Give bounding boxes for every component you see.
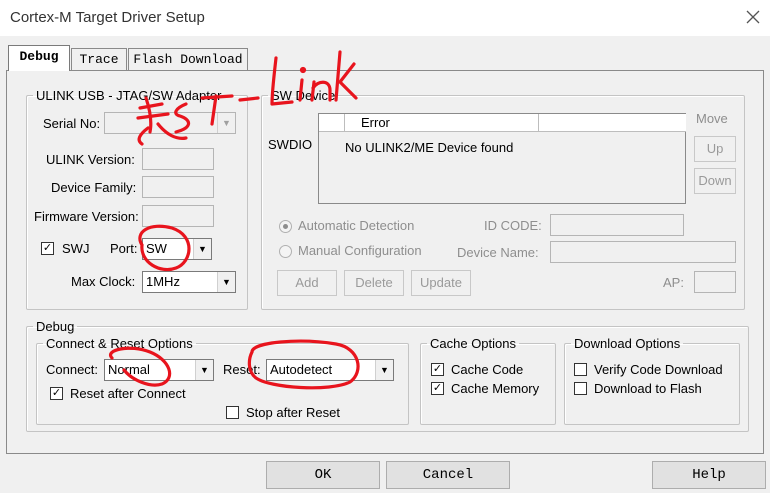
sw-device-legend: SW Device: [271, 88, 336, 103]
id-code-field[interactable]: [550, 214, 684, 236]
swj-checkbox[interactable]: ✓: [41, 242, 54, 255]
list-header-extra: [539, 114, 686, 132]
help-button[interactable]: Help: [652, 461, 766, 489]
device-name-field[interactable]: [550, 241, 736, 263]
chevron-down-icon: ▼: [375, 360, 393, 380]
cache-memory-checkbox[interactable]: ✓: [431, 382, 444, 395]
download-options-legend: Download Options: [574, 336, 681, 351]
verify-code-download-checkbox[interactable]: [574, 363, 587, 376]
list-header-blank: [319, 114, 345, 132]
port-value: SW: [146, 241, 167, 256]
move-up-button[interactable]: Up: [694, 136, 736, 162]
reset-select[interactable]: Autodetect ▼: [266, 359, 394, 381]
verify-code-download-label: Verify Code Download: [594, 362, 723, 377]
connect-value: Normal: [108, 362, 150, 377]
reset-value: Autodetect: [270, 362, 333, 377]
chevron-down-icon: ▼: [193, 239, 211, 259]
ulink-adapter-legend: ULINK USB - JTAG/SW Adapter: [36, 88, 222, 103]
reset-after-connect-checkbox[interactable]: ✓: [50, 387, 63, 400]
serial-no-select[interactable]: ▼: [104, 112, 236, 134]
ulink-version-field: [142, 148, 214, 170]
device-row-text: No ULINK2/ME Device found: [345, 140, 514, 155]
move-down-button[interactable]: Down: [694, 168, 736, 194]
max-clock-select[interactable]: 1MHz ▼: [142, 271, 236, 293]
stop-after-reset-label: Stop after Reset: [246, 405, 340, 420]
connect-select[interactable]: Normal ▼: [104, 359, 214, 381]
port-select[interactable]: SW ▼: [142, 238, 212, 260]
id-code-label: ID CODE:: [484, 218, 542, 233]
cancel-button[interactable]: Cancel: [386, 461, 510, 489]
automatic-detection-label: Automatic Detection: [298, 218, 415, 233]
device-list[interactable]: Error No ULINK2/ME Device found: [318, 113, 686, 204]
max-clock-value: 1MHz: [146, 274, 180, 289]
download-to-flash-checkbox[interactable]: [574, 382, 587, 395]
cache-memory-label: Cache Memory: [451, 381, 540, 396]
ok-button[interactable]: OK: [266, 461, 380, 489]
connect-label: Connect:: [46, 362, 99, 377]
cache-code-label: Cache Code: [451, 362, 524, 377]
cache-code-checkbox[interactable]: ✓: [431, 363, 444, 376]
download-to-flash-label: Download to Flash: [594, 381, 702, 396]
stop-after-reset-checkbox[interactable]: [226, 406, 239, 419]
manual-configuration-label: Manual Configuration: [298, 243, 422, 258]
swj-label: SWJ: [62, 241, 90, 256]
port-label: Port:: [110, 241, 138, 256]
debug-legend: Debug: [36, 319, 75, 334]
automatic-detection-radio[interactable]: [279, 220, 292, 233]
chevron-down-icon: ▼: [217, 113, 235, 133]
chevron-down-icon: ▼: [217, 272, 235, 292]
move-label: Move: [696, 111, 728, 126]
update-button[interactable]: Update: [411, 270, 471, 296]
chevron-down-icon: ▼: [195, 360, 213, 380]
serial-no-label: Serial No:: [43, 116, 101, 131]
max-clock-label: Max Clock:: [71, 274, 136, 289]
list-header-error: Error: [345, 114, 539, 132]
manual-configuration-radio[interactable]: [279, 245, 292, 258]
firmware-version-field: [142, 205, 214, 227]
connect-reset-legend: Connect & Reset Options: [46, 336, 193, 351]
ulink-version-label: ULINK Version:: [46, 152, 135, 167]
reset-label: Reset:: [223, 362, 261, 377]
reset-after-connect-label: Reset after Connect: [70, 386, 186, 401]
delete-button[interactable]: Delete: [344, 270, 404, 296]
swdio-label: SWDIO: [268, 137, 313, 152]
device-family-label: Device Family:: [51, 180, 137, 195]
firmware-version-label: Firmware Version:: [34, 209, 139, 224]
device-family-field: [142, 176, 214, 198]
device-name-label: Device Name:: [457, 245, 539, 260]
add-button[interactable]: Add: [277, 270, 337, 296]
ap-label: AP:: [663, 275, 684, 290]
cache-options-legend: Cache Options: [430, 336, 516, 351]
ap-field[interactable]: [694, 271, 736, 293]
